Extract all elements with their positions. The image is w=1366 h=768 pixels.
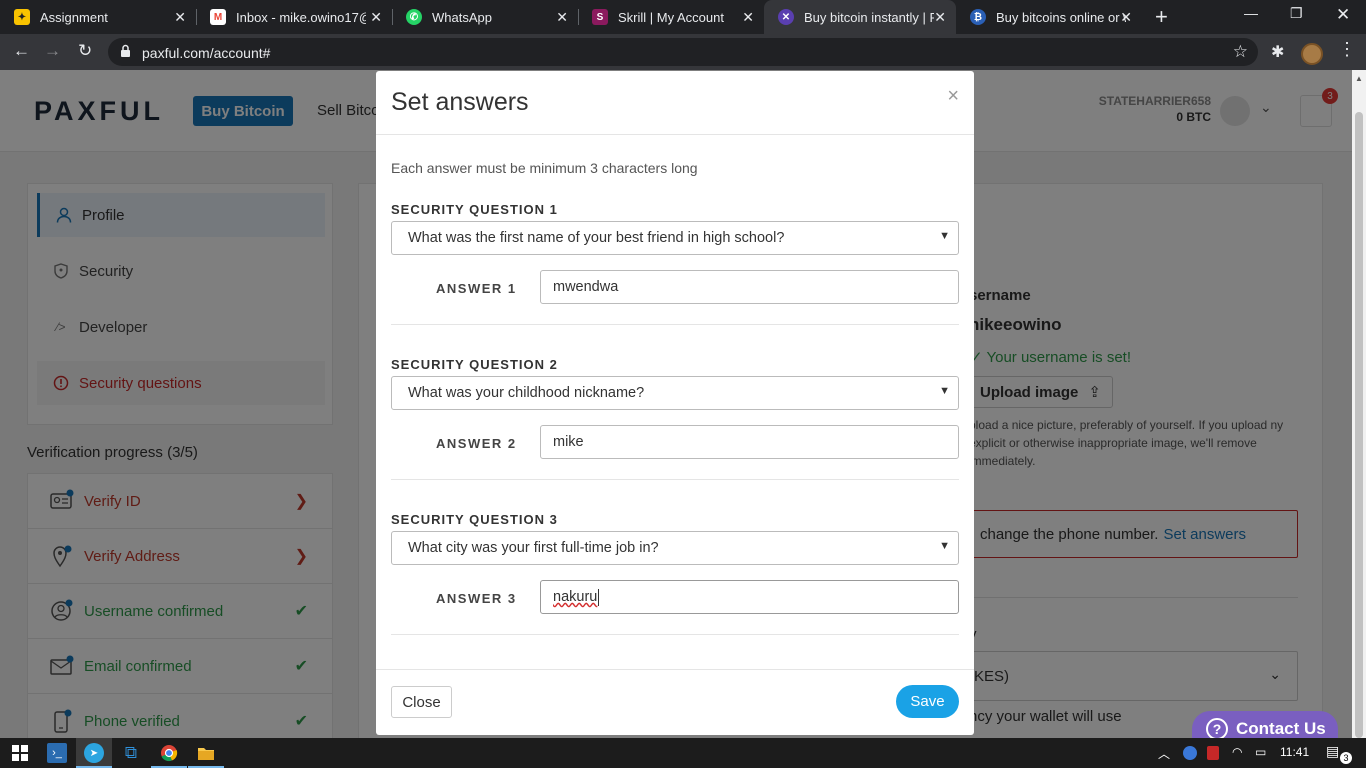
tab-title: Buy bitcoins online or w [996, 9, 1126, 25]
tab-title: WhatsApp [432, 9, 492, 25]
modal-footer: Close Save [376, 669, 974, 735]
forward-icon[interactable]: → [44, 41, 61, 61]
save-button[interactable]: Save [896, 685, 959, 718]
answer-2-label: ANSWER 2 [436, 436, 517, 451]
page-scrollbar[interactable]: ▲ [1352, 70, 1366, 738]
modal-header: Set answers × [376, 71, 974, 135]
close-tab-icon[interactable]: ✕ [556, 9, 568, 26]
tab-paxful[interactable]: ✕ Buy bitcoin instantly | P ✕ [764, 0, 956, 34]
action-center-icon[interactable]: ▤ [1326, 743, 1339, 760]
security-question-2-select[interactable]: What was your childhood nickname? ▼ [391, 376, 959, 410]
close-tab-icon[interactable]: ✕ [174, 9, 186, 26]
close-tab-icon[interactable]: ✕ [1120, 9, 1132, 26]
whatsapp-favicon-icon: ✆ [406, 9, 422, 25]
modal-title: Set answers [391, 88, 529, 116]
tab-title: Skrill | My Account [618, 9, 724, 25]
restore-icon[interactable]: ❐ [1290, 5, 1303, 22]
powershell-icon[interactable]: ›_ [47, 743, 67, 763]
security-question-2-label: SECURITY QUESTION 2 [391, 357, 558, 372]
close-tab-icon[interactable]: ✕ [934, 9, 946, 26]
answer-1-label: ANSWER 1 [436, 281, 517, 296]
tab-title: Buy bitcoin instantly | P [804, 9, 934, 25]
security-question-1-select[interactable]: What was the first name of your best fri… [391, 221, 959, 255]
answer-1-input[interactable]: mwendwa [540, 270, 959, 304]
security-question-3-select[interactable]: What city was your first full-time job i… [391, 531, 959, 565]
select-value: What was the first name of your best fri… [408, 230, 785, 246]
reload-icon[interactable]: ↻ [78, 41, 92, 61]
extensions-icon[interactable]: ✱ [1271, 42, 1284, 62]
close-tab-icon[interactable]: ✕ [370, 9, 382, 26]
browser-tab-bar: ✦ Assignment ✕ M Inbox - mike.owino17@ ✕… [0, 0, 1366, 34]
scroll-up-icon[interactable]: ▲ [1355, 74, 1363, 83]
divider [391, 324, 959, 325]
contact-us-button[interactable]: ? Contact Us [1192, 711, 1338, 738]
skrill-favicon-icon: S [592, 9, 608, 25]
paxful-favicon-icon: ✕ [778, 9, 794, 25]
window-close-icon[interactable]: ✕ [1336, 5, 1350, 25]
input-value: mike [553, 434, 584, 450]
security-question-3-label: SECURITY QUESTION 3 [391, 512, 558, 527]
tray-app-icon[interactable] [1183, 746, 1197, 760]
bookmark-star-icon[interactable]: ☆ [1233, 42, 1248, 62]
answer-2-input[interactable]: mike [540, 425, 959, 459]
url-text: paxful.com/account# [142, 45, 271, 61]
contact-us-label: Contact Us [1236, 719, 1326, 738]
answer-length-hint: Each answer must be minimum 3 characters… [391, 160, 698, 176]
battery-icon[interactable]: ▭ [1255, 745, 1266, 759]
chevron-down-icon: ▼ [939, 230, 950, 242]
tab-skrill[interactable]: S Skrill | My Account ✕ [578, 0, 764, 34]
assignment-favicon-icon: ✦ [14, 9, 30, 25]
tray-security-icon[interactable] [1207, 746, 1219, 760]
question-icon: ? [1206, 718, 1228, 738]
file-explorer-icon[interactable] [196, 743, 216, 763]
divider [391, 479, 959, 480]
clock-time[interactable]: 11:41 [1280, 745, 1309, 759]
select-value: What city was your first full-time job i… [408, 540, 659, 556]
gmail-favicon-icon: M [210, 9, 226, 25]
wifi-icon[interactable]: ◠ [1232, 745, 1242, 759]
chrome-icon[interactable] [159, 743, 179, 763]
new-tab-icon[interactable]: + [1155, 4, 1168, 30]
page-content: PAXFUL Buy Bitcoin Sell Bitco STATEHARRI… [0, 70, 1352, 738]
close-tab-icon[interactable]: ✕ [742, 9, 754, 26]
tab-title: Inbox - mike.owino17@ [236, 9, 366, 25]
lock-icon [121, 44, 130, 57]
windows-start-icon[interactable] [10, 743, 30, 763]
tab-localbitcoins[interactable]: ₿ Buy bitcoins online or w ✕ [956, 0, 1142, 34]
answer-3-label: ANSWER 3 [436, 591, 517, 606]
telegram-icon[interactable]: ➤ [84, 743, 104, 763]
minimize-icon[interactable]: — [1244, 5, 1258, 21]
back-icon[interactable]: ← [13, 41, 30, 61]
input-value: mwendwa [553, 279, 619, 295]
answer-3-input[interactable]: nakuru [540, 580, 959, 614]
menu-kebab-icon[interactable]: ⋮ [1338, 39, 1356, 60]
vscode-icon[interactable]: ⧉ [121, 743, 141, 763]
tab-title: Assignment [40, 9, 108, 25]
divider [391, 634, 959, 635]
address-bar[interactable]: paxful.com/account# ☆ [108, 38, 1258, 66]
text-caret [598, 588, 600, 606]
select-value: What was your childhood nickname? [408, 385, 645, 401]
close-button[interactable]: Close [391, 686, 452, 718]
set-answers-modal: Set answers × Each answer must be minimu… [376, 71, 974, 735]
profile-avatar-icon[interactable] [1301, 43, 1323, 65]
tab-whatsapp[interactable]: ✆ WhatsApp ✕ [392, 0, 578, 34]
tray-expand-icon[interactable]: ︿ [1158, 745, 1170, 762]
scrollbar-thumb[interactable] [1355, 112, 1363, 738]
windows-taskbar: ›_ ➤ ⧉ ︿ ◠ ▭ 11:41 ▤ 3 [0, 738, 1366, 768]
close-icon[interactable]: × [947, 85, 959, 108]
tab-assignment[interactable]: ✦ Assignment ✕ [0, 0, 196, 34]
browser-toolbar: ← → ↻ paxful.com/account# ☆ ✱ ⋮ [0, 34, 1366, 70]
chevron-down-icon: ▼ [939, 540, 950, 552]
chevron-down-icon: ▼ [939, 385, 950, 397]
security-question-1-label: SECURITY QUESTION 1 [391, 202, 558, 217]
bitcoin-favicon-icon: ₿ [970, 9, 986, 25]
input-value: nakuru [553, 589, 598, 605]
notification-count-badge: 3 [1340, 752, 1352, 764]
tab-gmail[interactable]: M Inbox - mike.owino17@ ✕ [196, 0, 392, 34]
